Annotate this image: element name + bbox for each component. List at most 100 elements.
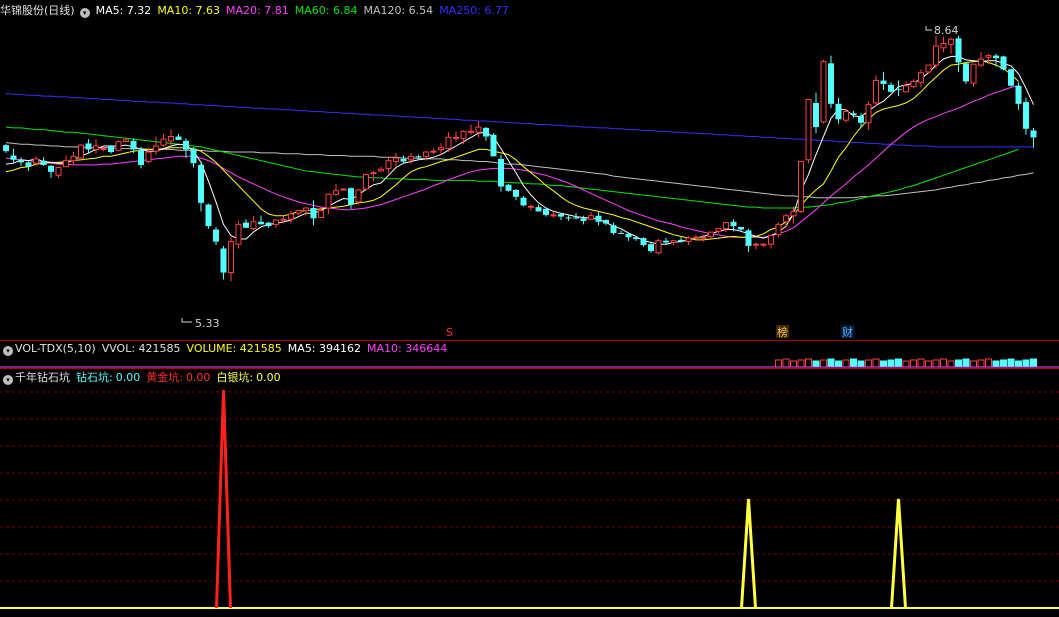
candle-body-up	[708, 231, 714, 237]
candle-body-down	[955, 38, 962, 63]
signal-panel-header: ▾ 千年钻石坑 钻石坑: 0.00 黄金坑: 0.00 白银坑: 0.00	[0, 371, 287, 385]
volume-bar	[1015, 360, 1022, 368]
candle	[783, 214, 789, 229]
candle	[385, 157, 392, 174]
volume-bars	[775, 358, 1037, 368]
candle-body-up	[940, 43, 947, 49]
volume-bar	[872, 358, 880, 368]
candle	[903, 81, 909, 93]
candle-body-down	[108, 146, 114, 153]
candle	[588, 212, 594, 221]
candle-body-down	[348, 188, 354, 205]
volume-bar	[835, 360, 842, 368]
candle-body-up	[303, 207, 309, 212]
candle-body-up	[655, 240, 662, 254]
candle	[213, 226, 219, 246]
candle-body-down	[415, 156, 422, 158]
candle-body-up	[153, 145, 159, 152]
cai-marker[interactable]: 财	[842, 325, 853, 339]
volume-bar	[775, 359, 782, 368]
volume-bar	[992, 360, 1000, 368]
candle	[468, 124, 474, 135]
candle	[655, 239, 662, 255]
candle	[160, 133, 167, 147]
candle	[340, 188, 347, 191]
candle-body-up	[250, 221, 257, 230]
candle-body-down	[3, 145, 9, 152]
candle	[565, 215, 572, 221]
candle	[378, 166, 384, 172]
candle-body-up	[723, 222, 729, 230]
candle-body-down	[243, 222, 249, 228]
low-price-label: 5.33	[195, 317, 220, 330]
candle	[40, 157, 47, 166]
candle-body-down	[265, 222, 272, 227]
ma60-label: MA60: 6.84	[294, 4, 358, 17]
volume-bar	[970, 360, 977, 368]
silver-pit-spike	[890, 498, 907, 609]
settings-dropdown-icon[interactable]: ▾	[79, 8, 90, 18]
ma250-label: MA250: 6.77	[439, 4, 509, 17]
chart-grid	[0, 391, 1059, 582]
candle	[220, 245, 227, 280]
candle-body-down	[625, 233, 632, 238]
candle	[775, 222, 782, 238]
candle	[513, 189, 519, 201]
signal-lines	[0, 389, 1059, 609]
silver-pit-value: 0.00	[256, 371, 281, 384]
candle-body-up	[918, 72, 924, 83]
candle-body-up	[685, 237, 692, 243]
candle-body-down	[858, 115, 864, 123]
candle	[520, 195, 527, 207]
volume-bar	[790, 360, 797, 368]
volume-bar	[985, 358, 992, 368]
candle-body-down	[40, 160, 47, 165]
gold-pit-value: 0.00	[185, 371, 211, 384]
candle	[760, 243, 767, 247]
bang-marker[interactable]: 榜	[777, 325, 788, 339]
candle-body-down	[633, 237, 639, 239]
volume-dropdown-icon[interactable]: ▾	[3, 346, 13, 356]
candle-body-up	[588, 215, 594, 220]
signal-dropdown-icon[interactable]: ▾	[3, 375, 13, 385]
candle-body-down	[828, 63, 834, 104]
main-panel-header: 华锦股份(日线) ▾ MA5: 7.32 MA10: 7.63 MA20: 7.81 MA…	[0, 4, 515, 18]
candle	[153, 136, 159, 155]
candle-body-up	[903, 85, 909, 93]
candle-body-up	[63, 160, 69, 168]
candle-body-down	[835, 103, 842, 120]
candle-body-down	[535, 207, 542, 212]
candle	[48, 164, 54, 178]
stock-chart[interactable]: 8.64 5.33 S 榜 财	[0, 0, 1059, 617]
candle-body-down	[678, 239, 684, 242]
candle-body-up	[820, 61, 827, 123]
candle-body-up	[948, 38, 954, 45]
candle-body-up	[115, 141, 122, 151]
candle-body-down	[483, 127, 489, 137]
candle	[610, 222, 617, 235]
candle-body-up	[273, 219, 279, 225]
candle-body-up	[843, 111, 849, 121]
candle-body-up	[933, 45, 939, 66]
candle	[1000, 55, 1007, 71]
candle-body-down	[850, 113, 857, 115]
candle	[543, 208, 549, 217]
high-marker-arrow	[925, 26, 932, 31]
candle	[940, 36, 947, 53]
s-marker[interactable]: S	[446, 326, 453, 339]
candle-body-down	[543, 208, 549, 215]
candle	[670, 239, 677, 246]
candle	[595, 211, 602, 226]
volume-bar	[842, 359, 850, 368]
candle	[295, 209, 302, 215]
candle-body-down	[1008, 69, 1014, 86]
candle-body-up	[693, 236, 699, 239]
candle	[205, 203, 212, 229]
volume-bar	[940, 358, 947, 368]
silver-pit-label: 白银坑:	[216, 371, 254, 384]
candle-body-down	[730, 221, 737, 227]
candle	[835, 97, 842, 124]
candle-body-up	[333, 190, 339, 195]
candle-body-up	[798, 161, 804, 212]
candle-body-down	[505, 184, 512, 191]
